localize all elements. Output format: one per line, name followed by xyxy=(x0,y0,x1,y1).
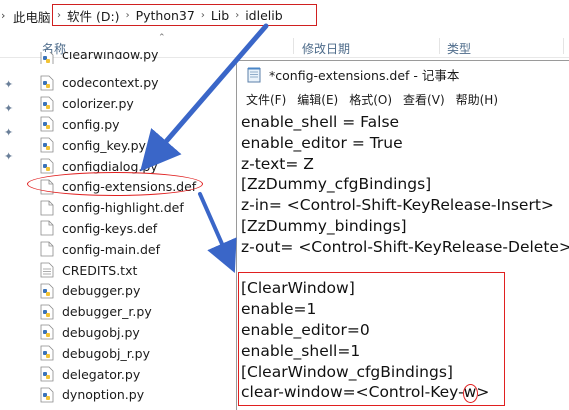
menu-edit[interactable]: 编辑(E) xyxy=(297,91,338,111)
file-row[interactable]: config-main.def xyxy=(40,239,160,259)
file-row[interactable]: config-highlight.def xyxy=(40,198,184,218)
file-name: debugger.py xyxy=(62,283,141,299)
text-line: z-out= <Control-Shift-KeyRelease-Delete> xyxy=(241,237,569,256)
file-row[interactable]: debugobj_r.py xyxy=(40,343,150,363)
column-modified[interactable]: 修改日期 xyxy=(302,40,350,57)
chevron-right-icon[interactable]: › xyxy=(229,10,245,21)
file-row[interactable]: config.py xyxy=(40,114,120,134)
file-name: debugger_r.py xyxy=(62,304,152,320)
pin-icon[interactable]: ✦ xyxy=(4,150,13,163)
column-divider[interactable] xyxy=(439,38,440,54)
key-w-circle-annotation xyxy=(463,384,478,403)
text-file-icon xyxy=(40,262,54,278)
menu-help[interactable]: 帮助(H) xyxy=(456,91,498,111)
file-name: config-highlight.def xyxy=(62,200,184,216)
column-type[interactable]: 类型 xyxy=(447,40,471,57)
blank-file-icon xyxy=(40,220,54,236)
text-line: [ZzDummy_bindings] xyxy=(241,216,407,235)
breadcrumb-lib[interactable]: Lib xyxy=(211,8,229,23)
python-file-icon xyxy=(40,304,54,319)
sort-caret-icon: ⌃ xyxy=(158,33,166,43)
breadcrumb-python37[interactable]: Python37 xyxy=(136,8,195,23)
file-name: config.py xyxy=(62,116,120,132)
notepad-menu-bar: 文件(F) 编辑(E) 格式(O) 查看(V) 帮助(H) xyxy=(237,91,569,111)
python-file-icon xyxy=(40,283,54,299)
menu-file[interactable]: 文件(F) xyxy=(246,91,286,111)
python-file-icon xyxy=(40,75,54,91)
file-row[interactable]: dynoption.py xyxy=(40,385,144,405)
file-row[interactable]: CREDITS.txt xyxy=(40,260,137,280)
chevron-right-icon[interactable]: › xyxy=(120,10,136,21)
notepad-title-bar[interactable]: *config-extensions.def - 记事本 xyxy=(237,61,569,88)
chevron-right-icon[interactable]: › xyxy=(1,9,5,22)
file-row[interactable]: config-keys.def xyxy=(40,218,157,238)
column-divider[interactable] xyxy=(293,38,294,54)
text-line: z-text= Z xyxy=(241,154,314,173)
chevron-right-icon[interactable]: › xyxy=(53,10,67,21)
column-divider[interactable] xyxy=(563,38,564,54)
file-name: config-main.def xyxy=(62,241,160,257)
file-name: delegator.py xyxy=(62,366,141,382)
file-row[interactable]: debugobj.py xyxy=(40,322,140,342)
breadcrumb-drive[interactable]: 软件 (D:) xyxy=(67,6,120,25)
python-file-icon xyxy=(40,324,54,340)
file-name: codecontext.py xyxy=(62,75,159,91)
python-file-icon xyxy=(40,345,54,361)
pin-icon[interactable]: ✦ xyxy=(4,78,13,91)
file-name: colorizer.py xyxy=(62,96,134,112)
blank-file-icon xyxy=(40,241,54,257)
text-line: enable_editor = True xyxy=(241,133,403,152)
python-file-icon xyxy=(40,387,54,403)
file-row[interactable]: debugger.py xyxy=(40,281,140,301)
notepad-title: *config-extensions.def - 记事本 xyxy=(269,68,460,83)
file-row[interactable]: colorizer.py xyxy=(40,94,134,114)
menu-view[interactable]: 查看(V) xyxy=(403,91,445,111)
arrow-to-clearwindow xyxy=(198,192,237,273)
file-name: config-keys.def xyxy=(62,220,158,236)
breadcrumb-this-pc[interactable]: 此电脑 xyxy=(13,7,51,26)
file-name: config_key.py xyxy=(62,137,146,153)
pin-icon[interactable]: ✦ xyxy=(4,126,13,139)
chevron-right-icon[interactable]: › xyxy=(195,10,211,21)
selection-ellipse-annotation xyxy=(27,172,203,196)
file-row[interactable]: config_key.py xyxy=(40,135,146,155)
file-name: debugobj_r.py xyxy=(62,345,151,361)
address-bar[interactable]: › 此电脑 › 软件 (D:) › Python37 › Lib › idlel… xyxy=(0,0,569,32)
python-file-icon xyxy=(40,52,54,64)
text-line: [ZzDummy_cfgBindings] xyxy=(241,175,432,194)
file-name: dynoption.py xyxy=(62,387,145,403)
python-file-icon xyxy=(40,137,54,153)
file-row[interactable]: debugger_r.py xyxy=(40,302,152,322)
pin-icon[interactable]: ✦ xyxy=(4,102,13,115)
file-name: clearwindow.py xyxy=(62,52,159,62)
blank-file-icon xyxy=(40,200,54,215)
breadcrumb-idlelib[interactable]: idlelib xyxy=(245,8,282,23)
file-row[interactable]: codecontext.py xyxy=(40,73,159,93)
python-file-icon xyxy=(40,96,54,111)
breadcrumb: › 软件 (D:) › Python37 › Lib › idlelib xyxy=(52,4,317,26)
python-file-icon xyxy=(40,116,54,132)
text-line: enable_shell = False xyxy=(241,113,400,131)
python-file-icon xyxy=(40,366,54,382)
python-file-icon xyxy=(40,158,54,174)
file-name: CREDITS.txt xyxy=(62,262,138,278)
file-row[interactable]: delegator.py xyxy=(40,364,140,384)
text-line: z-in= <Control-Shift-KeyRelease-Insert> xyxy=(241,196,554,215)
file-name: debugobj.py xyxy=(62,324,140,340)
menu-format[interactable]: 格式(O) xyxy=(349,91,392,111)
notepad-icon xyxy=(247,67,261,82)
file-row[interactable]: clearwindow.py xyxy=(40,52,158,64)
